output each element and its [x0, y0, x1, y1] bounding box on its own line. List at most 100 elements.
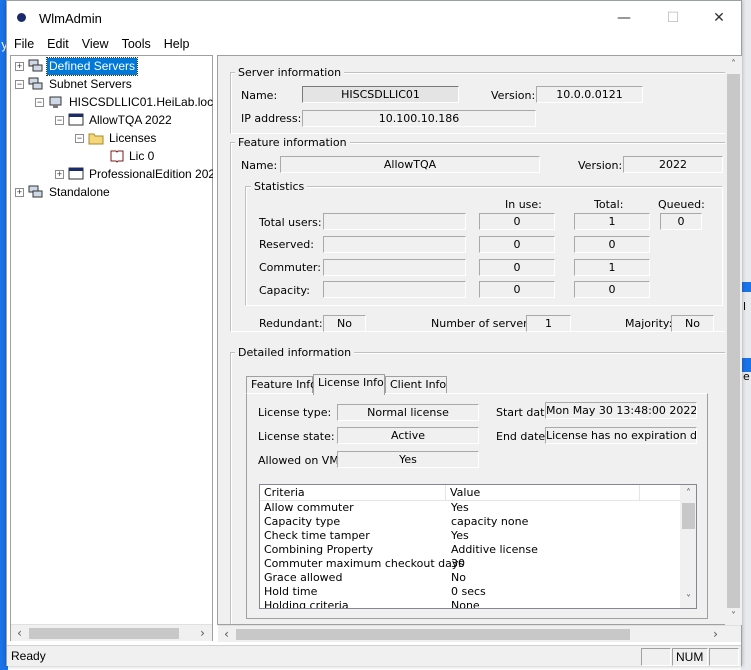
total-header: Total:	[594, 198, 624, 211]
maximize-button[interactable]: ☐	[650, 6, 696, 30]
capacity-label: Capacity:	[259, 284, 310, 297]
commuter-label: Commuter:	[259, 261, 321, 274]
table-row[interactable]: Capacity type capacity none	[260, 515, 680, 529]
details-vertical-scrollbar[interactable]: ˄ ˅	[725, 56, 742, 625]
tree-label: AllowTQA 2022	[89, 113, 172, 127]
scroll-left-icon[interactable]: ‹	[11, 625, 28, 641]
collapse-icon[interactable]: −	[15, 80, 24, 89]
tree-item-standalone[interactable]: + Standalone	[15, 184, 205, 202]
table-row[interactable]: Check time tamper Yes	[260, 529, 680, 543]
table-row[interactable]: Combining Property Additive license	[260, 543, 680, 557]
number-of-servers-label: Number of servers:	[431, 317, 538, 330]
collapse-icon[interactable]: −	[55, 116, 64, 125]
column-criteria[interactable]: Criteria	[260, 485, 446, 501]
menu-file[interactable]: File	[7, 35, 40, 51]
license-type-field: Normal license	[337, 404, 479, 421]
table-row[interactable]: Allow commuter Yes	[260, 501, 680, 515]
capacity-inuse: 0	[479, 281, 555, 298]
wlmadmin-window: WlmAdmin — ☐ ✕ File Edit View Tools Help + D…	[6, 0, 742, 666]
start-date-field: Mon May 30 13:48:00 2022	[545, 402, 697, 419]
menu-tools[interactable]: Tools	[115, 35, 157, 51]
capacity-bar	[323, 281, 466, 298]
tree-item-server-host[interactable]: − HISCSDLLIC01.HeiLab.loc	[35, 94, 215, 112]
scroll-down-icon[interactable]: ˅	[680, 591, 696, 608]
commuter-total: 1	[574, 259, 650, 276]
redundant-field: No	[323, 315, 366, 332]
tree-label: ProfessionalEdition 202	[89, 167, 213, 181]
scroll-thumb[interactable]	[727, 74, 740, 608]
menu-bar: File Edit View Tools Help	[7, 35, 741, 55]
table-row[interactable]: Commuter maximum checkout days 30	[260, 557, 680, 571]
server-version-label: Version:	[491, 89, 536, 102]
license-state-label: License state:	[258, 430, 335, 443]
criteria-table[interactable]: Criteria Value Allow commuter Yes Capacit…	[259, 484, 697, 609]
scroll-right-icon[interactable]: ›	[707, 626, 724, 642]
tree-label: Standalone	[49, 185, 110, 199]
menu-help[interactable]: Help	[157, 35, 196, 51]
server-tree[interactable]: + Defined Servers − Subnet Servers − HIS…	[10, 55, 213, 641]
folder-icon	[88, 133, 104, 145]
scroll-thumb[interactable]	[236, 629, 630, 640]
close-button[interactable]: ✕	[696, 6, 742, 30]
window-title: WlmAdmin	[39, 11, 102, 26]
expand-icon[interactable]: +	[15, 188, 24, 197]
end-date-field: License has no expiration date.	[545, 427, 697, 444]
details-horizontal-scrollbar[interactable]: ‹ ›	[218, 625, 741, 642]
minimize-button[interactable]: —	[601, 6, 647, 30]
tree-item-feature-allowtqa[interactable]: − AllowTQA 2022	[55, 112, 210, 130]
server-info-title: Server information	[235, 67, 345, 79]
statistics-title: Statistics	[251, 181, 308, 193]
scroll-up-icon[interactable]: ˄	[680, 485, 696, 502]
scroll-thumb[interactable]	[29, 628, 179, 639]
tree-item-defined-servers[interactable]: + Defined Servers	[15, 57, 205, 76]
tab-feature-info[interactable]: Feature Info	[246, 376, 317, 394]
server-icon	[49, 96, 62, 108]
table-row[interactable]: Holding criteria None	[260, 599, 680, 608]
scroll-right-icon[interactable]: ›	[194, 625, 211, 641]
expand-icon[interactable]: +	[55, 170, 64, 179]
expand-icon[interactable]: +	[15, 62, 24, 71]
title-bar: WlmAdmin — ☐ ✕	[7, 1, 741, 35]
tree-item-subnet-servers[interactable]: − Subnet Servers	[15, 76, 205, 94]
license-state-field: Active	[337, 427, 479, 444]
scroll-left-icon[interactable]: ‹	[218, 626, 235, 642]
table-row[interactable]: Grace allowed No	[260, 571, 680, 585]
scroll-up-icon[interactable]: ˄	[725, 56, 742, 73]
status-panel-empty	[641, 648, 671, 666]
number-of-servers-field: 1	[526, 315, 571, 332]
majority-field: No	[671, 315, 714, 332]
total-users-inuse: 0	[479, 213, 555, 230]
reserved-total: 0	[574, 236, 650, 253]
redundant-label: Redundant:	[259, 317, 323, 330]
server-name-field: HISCSDLLIC01	[302, 86, 459, 103]
tree-item-lic0[interactable]: Lic 0	[109, 148, 189, 166]
feature-version-label: Version:	[578, 159, 623, 172]
in-use-header: In use:	[505, 198, 542, 211]
scroll-thumb[interactable]	[682, 503, 695, 529]
details-pane: Server information Name: HISCSDLLIC01 Ve…	[217, 55, 741, 625]
criteria-table-vertical-scrollbar[interactable]: ˄ ˅	[680, 485, 696, 608]
menu-view[interactable]: View	[75, 35, 115, 51]
feature-name-field: AllowTQA	[280, 156, 540, 173]
scroll-down-icon[interactable]: ˅	[725, 608, 742, 625]
collapse-icon[interactable]: −	[35, 98, 44, 107]
tab-license-info[interactable]: License Info	[313, 374, 385, 395]
tab-client-info[interactable]: Client Info	[385, 376, 447, 394]
capacity-total: 0	[574, 281, 650, 298]
criteria-table-header: Criteria Value	[260, 485, 680, 501]
tree-item-feature-professional[interactable]: + ProfessionalEdition 202	[55, 166, 213, 184]
reserved-inuse: 0	[479, 236, 555, 253]
table-row[interactable]: Hold time 0 secs	[260, 585, 680, 599]
tree-horizontal-scrollbar[interactable]: ‹ ›	[11, 624, 212, 641]
column-value[interactable]: Value	[446, 485, 640, 501]
feature-name-label: Name:	[241, 159, 278, 172]
tree-label: Subnet Servers	[49, 77, 132, 91]
status-num-indicator: NUM	[672, 648, 708, 666]
license-info-panel: License type: Normal license Start date:…	[246, 393, 708, 619]
feature-window-icon	[68, 113, 84, 126]
end-date-label: End date:	[496, 430, 549, 443]
collapse-icon[interactable]: −	[75, 134, 84, 143]
menu-edit[interactable]: Edit	[40, 35, 75, 51]
server-group-icon	[28, 77, 43, 90]
tree-item-licenses[interactable]: − Licenses	[75, 130, 205, 148]
